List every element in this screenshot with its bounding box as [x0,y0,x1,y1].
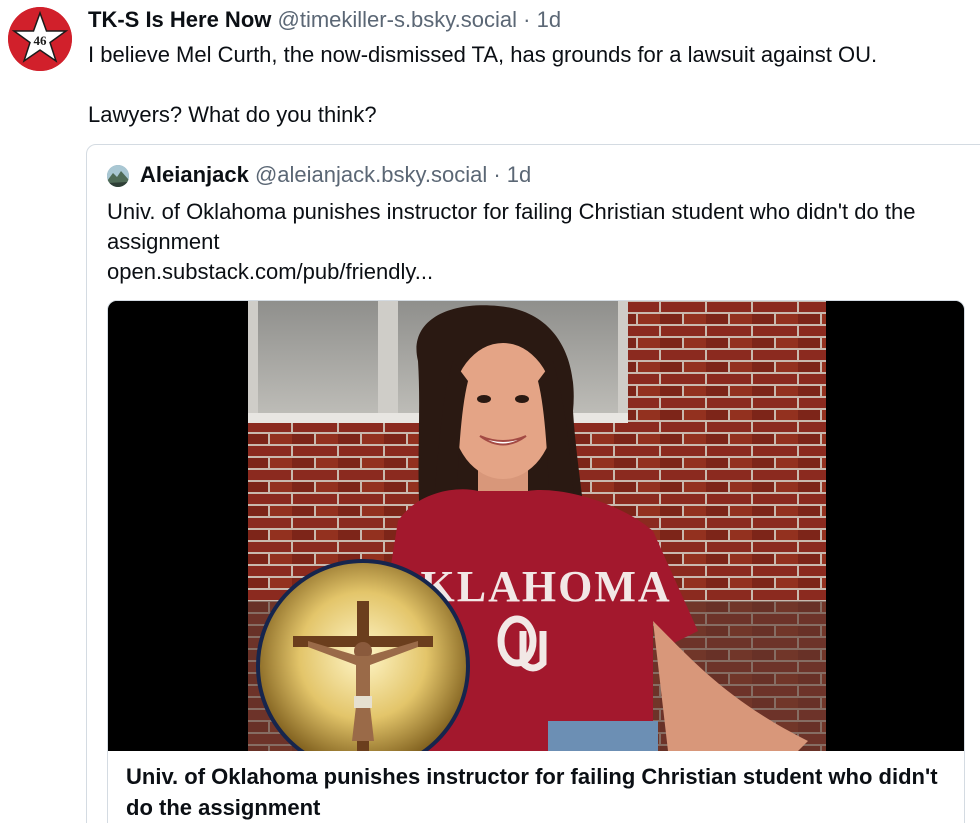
quote-author-avatar[interactable] [107,165,129,187]
post-timestamp[interactable]: 1d [537,7,561,32]
star-badge-icon: 46 [8,7,72,71]
crucifix-inset-icon [256,559,470,751]
link-card-title[interactable]: Univ. of Oklahoma punishes instructor fo… [126,761,946,823]
author-name[interactable]: TK-S Is Here Now [88,7,271,32]
post-header: TK-S Is Here Now @timekiller-s.bsky.soci… [88,6,561,34]
author-handle[interactable]: @timekiller-s.bsky.social [278,7,518,32]
quote-author-name[interactable]: Aleianjack [140,162,249,187]
author-avatar[interactable]: 46 [8,7,72,71]
quote-author-handle[interactable]: @aleianjack.bsky.social [255,162,487,187]
quote-header: Aleianjack @aleianjack.bsky.social · 1d [140,161,531,189]
separator-dot: · [493,162,501,187]
mountain-landscape-icon [107,165,129,187]
quote-timestamp[interactable]: 1d [507,162,531,187]
post: 46 TK-S Is Here Now @timekiller-s.bsky.s… [0,0,980,823]
post-body: I believe Mel Curth, the now-dismissed T… [88,40,968,160]
post-text-line: Lawyers? What do you think? [88,102,377,127]
quote-link[interactable]: open.substack.com/pub/friendly... [107,257,433,287]
avatar-badge-number: 46 [34,33,48,48]
separator-dot: · [523,7,531,32]
quoted-post[interactable]: Aleianjack @aleianjack.bsky.social · 1d … [86,144,980,823]
quote-text: Univ. of Oklahoma punishes instructor fo… [107,199,916,254]
link-card[interactable]: OKLAHOMA Univ. of Oklahoma punishes inst… [107,300,965,823]
post-text-line: I believe Mel Curth, the now-dismissed T… [88,42,878,67]
link-card-image[interactable]: OKLAHOMA [108,301,964,751]
card-photo: OKLAHOMA [108,301,964,751]
